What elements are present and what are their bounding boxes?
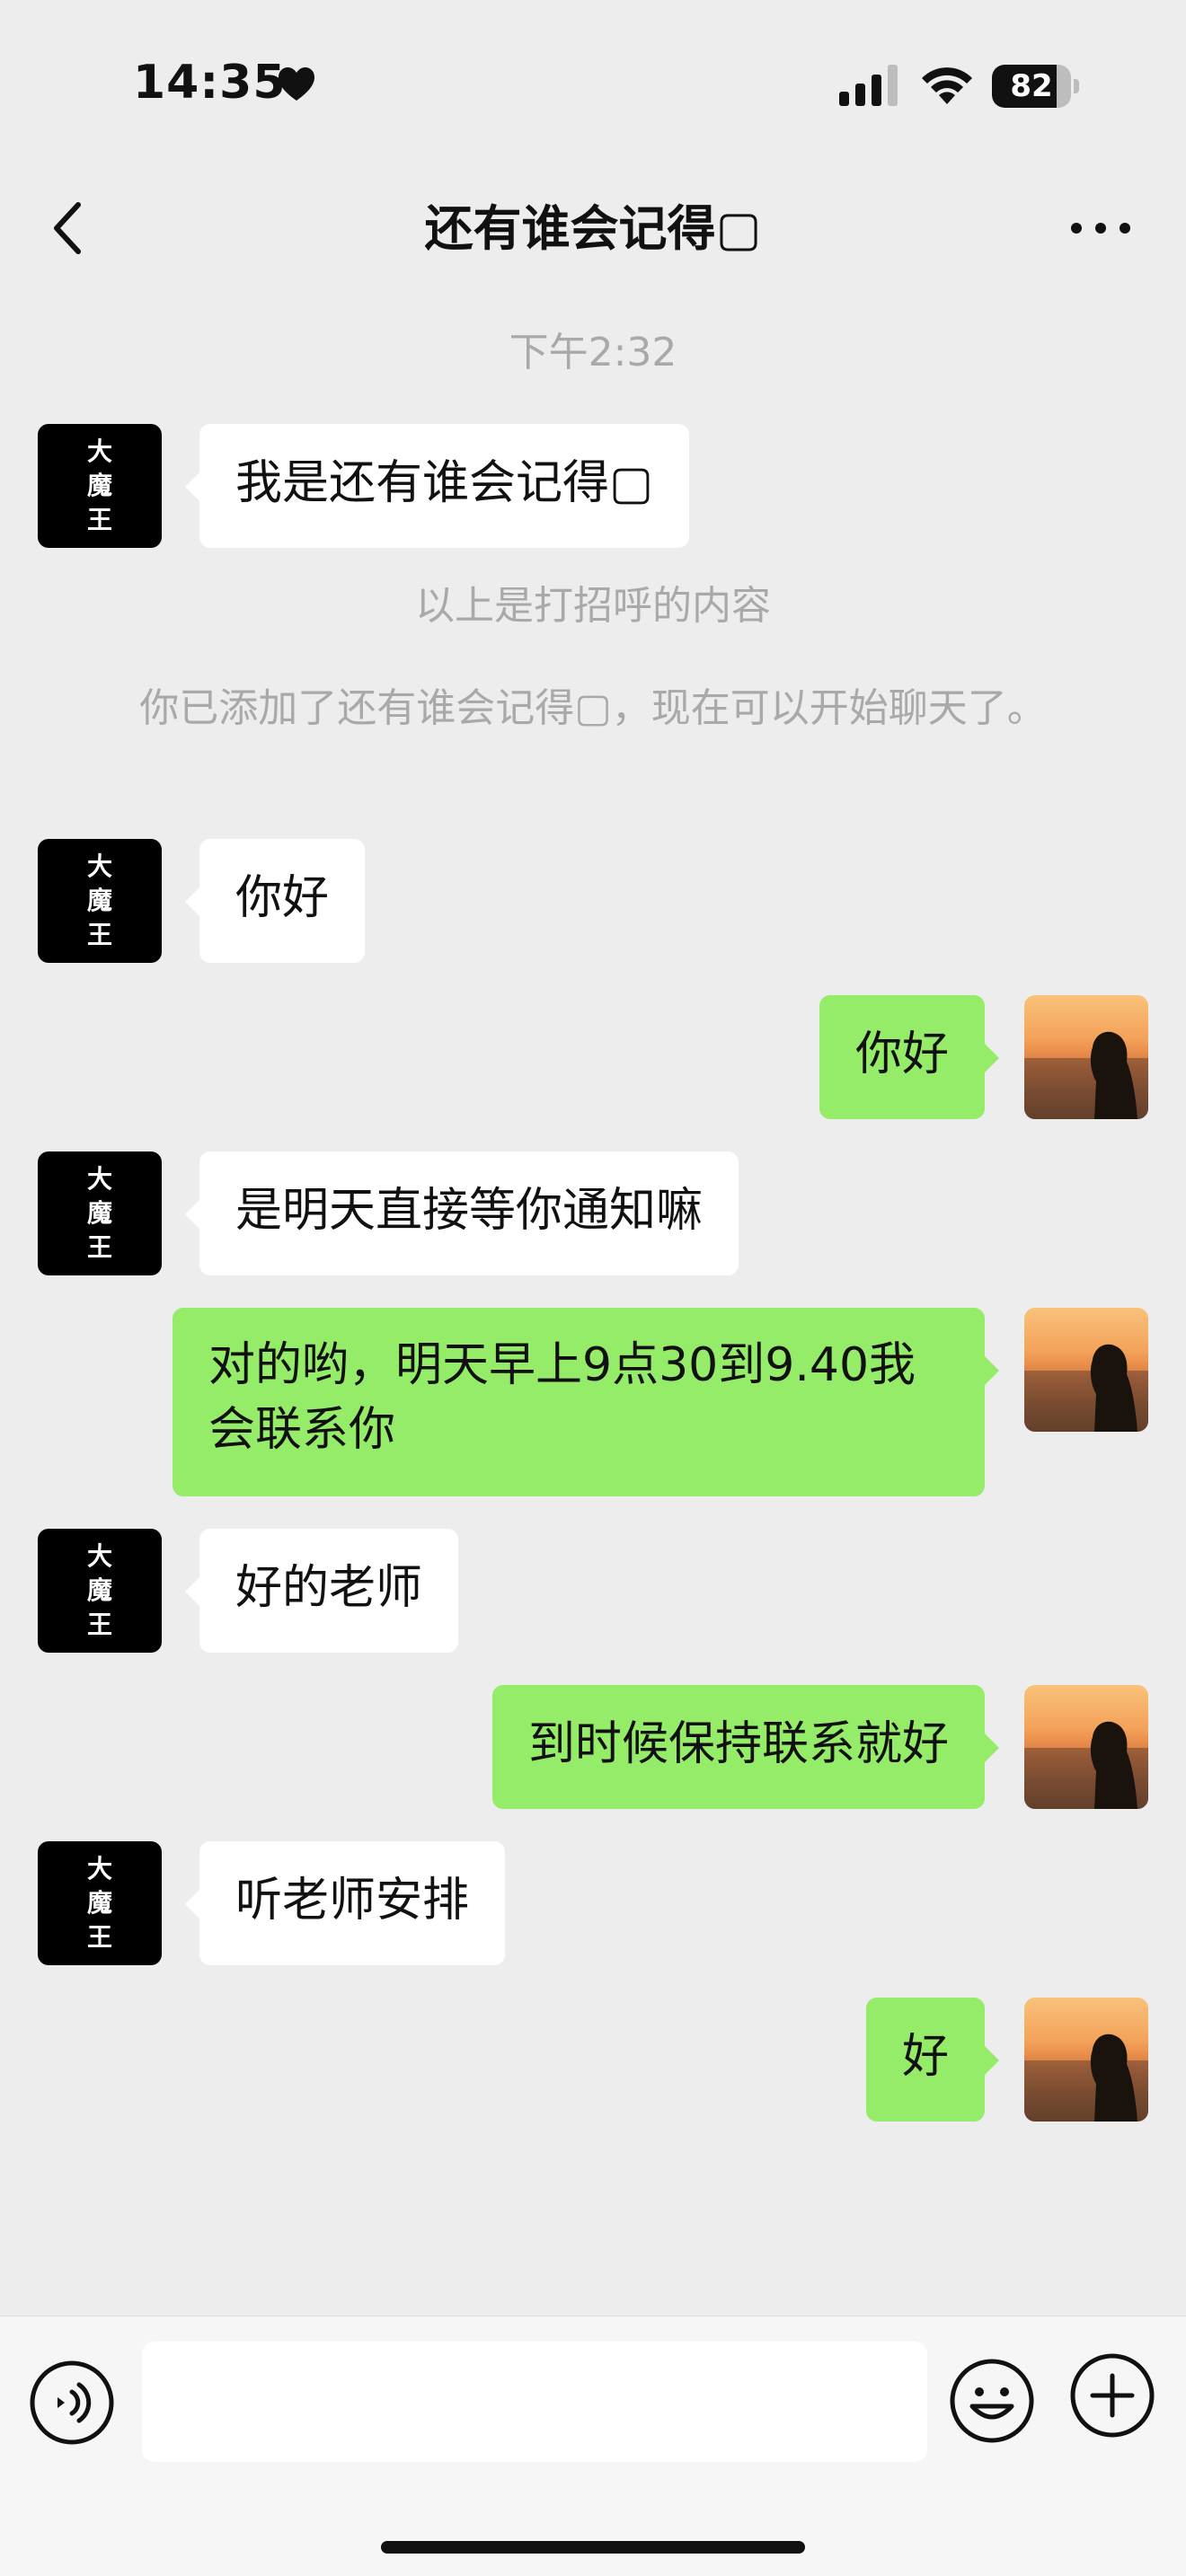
chat-title: 还有谁会记得▢ — [424, 200, 762, 257]
back-button[interactable] — [36, 192, 99, 264]
user-avatar[interactable] — [1024, 1308, 1148, 1432]
message-bubble-outgoing[interactable]: 到时候保持联系就好 — [491, 1685, 1000, 1809]
status-bar: 14:35 82 — [0, 0, 1186, 171]
heart-icon — [279, 67, 314, 101]
message-bubble-outgoing[interactable]: 好 — [865, 1998, 1000, 2122]
voice-icon — [30, 2360, 114, 2445]
status-time: 14:35 — [133, 56, 287, 110]
contact-avatar[interactable]: 大魔王 — [38, 1151, 162, 1275]
system-message: 以上是打招呼的内容 — [415, 583, 771, 629]
more-dots-icon — [1071, 223, 1130, 234]
battery-indicator: 82 — [992, 65, 1079, 108]
message-bubble-incoming[interactable]: 听老师安排 — [184, 1841, 506, 1965]
contact-avatar[interactable]: 大魔王 — [38, 1529, 162, 1653]
message-bubble-incoming[interactable]: 你好 — [184, 839, 366, 963]
home-indicator — [381, 2541, 805, 2554]
message-timestamp: 下午2:32 — [509, 330, 677, 375]
message-bubble-incoming[interactable]: 是明天直接等你通知嘛 — [184, 1151, 739, 1275]
input-bar — [0, 2316, 1186, 2576]
voice-button[interactable] — [27, 2358, 117, 2448]
more-button[interactable] — [1060, 192, 1141, 264]
message-input[interactable] — [142, 2342, 927, 2462]
message-bubble-outgoing[interactable]: 对的哟，明天早上9点30到9.40我会联系你 — [173, 1308, 999, 1496]
contact-avatar[interactable]: 大魔王 — [38, 839, 162, 963]
emoji-button[interactable] — [947, 2356, 1037, 2446]
wifi-icon — [922, 67, 972, 104]
chevron-left-icon — [54, 202, 81, 254]
message-bubble-incoming[interactable]: 好的老师 — [184, 1529, 459, 1653]
system-message: 你已添加了还有谁会记得▢，现在可以开始聊天了。 — [139, 685, 1047, 731]
contact-avatar[interactable]: 大魔王 — [38, 1841, 162, 1965]
more-functions-button[interactable] — [1067, 2351, 1157, 2440]
contact-avatar[interactable]: 大魔王 — [38, 424, 162, 548]
chat-area[interactable]: 下午2:32 大魔王 我是还有谁会记得▢ 以上是打招呼的内容 你已添加了还有谁会… — [0, 287, 1186, 2308]
message-bubble-outgoing[interactable]: 你好 — [819, 995, 1000, 1119]
user-avatar[interactable] — [1024, 1685, 1148, 1809]
signal-icon — [839, 65, 898, 106]
user-avatar[interactable] — [1024, 1998, 1148, 2122]
nav-bar: 还有谁会记得▢ — [0, 171, 1186, 287]
emoji-icon — [950, 2359, 1034, 2443]
message-bubble-incoming[interactable]: 我是还有谁会记得▢ — [184, 424, 690, 548]
plus-icon — [1070, 2353, 1155, 2438]
battery-level: 82 — [1010, 68, 1053, 104]
user-avatar[interactable] — [1024, 995, 1148, 1119]
